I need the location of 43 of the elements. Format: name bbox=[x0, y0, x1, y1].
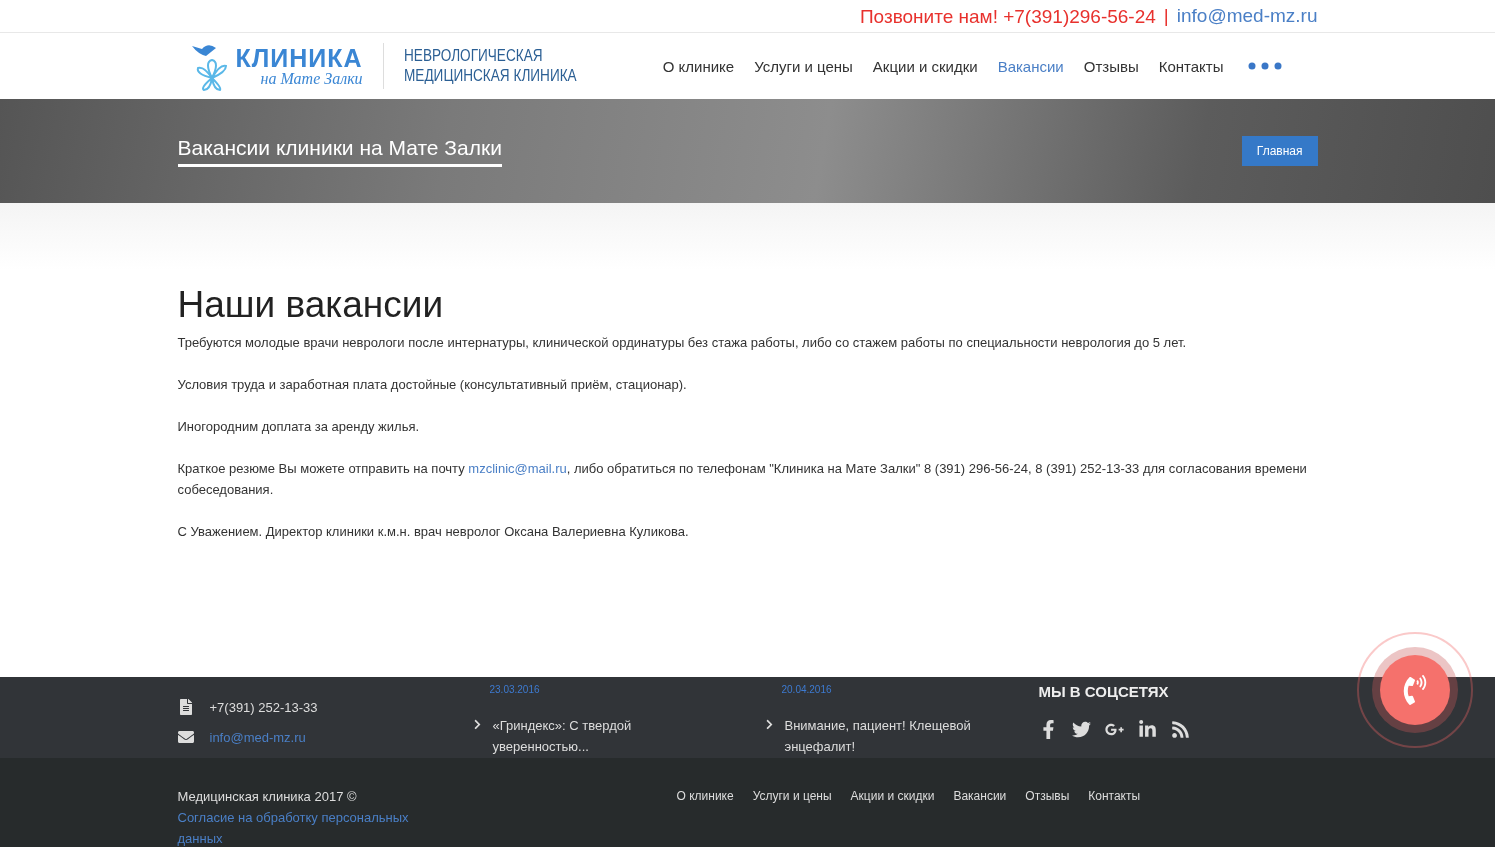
paragraph: Условия труда и заработная плата достойные (консультативный приём, стационар). bbox=[177, 376, 688, 394]
rss-icon[interactable] bbox=[1170, 720, 1190, 739]
twitter-icon[interactable] bbox=[1071, 720, 1091, 739]
footer-link[interactable]: Акции и скидки bbox=[850, 786, 935, 847]
document-icon bbox=[177, 699, 194, 715]
footer-link[interactable]: Отзывы bbox=[1025, 786, 1070, 847]
paragraph: Иногородним доплата за аренду жилья. bbox=[177, 418, 421, 436]
social-heading: МЫ В СОЦСЕТЯХ bbox=[1038, 683, 1170, 700]
news-date: 23.03.2016 bbox=[489, 684, 540, 695]
paragraph: Краткое резюме Вы можете отправить на почту mzclinic@mail.ru, либо обратиться по телефонам "Клиника на Мате Залки" 8 (391) 296-56-24, 8 (391) 252-13-33 для согласования времени собеседования. bbox=[177, 460, 1308, 499]
news-link[interactable]: «Гриндекс»: С твердой уверенностью... bbox=[492, 715, 693, 757]
paragraph: С Уважением. Директор клиники к.м.н. врач невролог Оксана Валериевна Куликова. bbox=[177, 523, 690, 541]
page-title: Вакансии клиники на Мате Залки bbox=[177, 135, 502, 167]
news-link[interactable]: Внимание, пациент! Клещевой энцефалит! bbox=[784, 715, 985, 757]
envelope-icon bbox=[177, 729, 194, 745]
nav-link[interactable]: Акции и скидки bbox=[872, 57, 978, 75]
copyright: Медицинская клиника 2017 © bbox=[177, 788, 358, 806]
logo-title: КЛИНИКА bbox=[235, 45, 363, 71]
home-breadcrumb[interactable]: Главная bbox=[1241, 136, 1318, 166]
logo-tagline: НЕВРОЛОГИЧЕСКАЯ bbox=[403, 46, 544, 66]
logo-subtitle: на Мате Залки bbox=[260, 71, 363, 87]
nav-link[interactable]: Услуги и цены bbox=[754, 57, 853, 75]
call-us-text: Позвоните нам! +7(391)296-56-24 bbox=[859, 5, 1156, 29]
consent-link[interactable]: Согласие на обработку персональных данных bbox=[177, 807, 448, 847]
email-link[interactable]: info@med-mz.ru bbox=[1176, 5, 1318, 27]
nav-link[interactable]: О клинике bbox=[662, 57, 735, 75]
nav-link[interactable]: Контакты bbox=[1158, 57, 1224, 75]
news-date: 20.04.2016 bbox=[781, 684, 832, 695]
phone-number: +7(391) 252-13-33 bbox=[209, 699, 318, 715]
linkedin-icon[interactable] bbox=[1137, 720, 1157, 739]
call-button[interactable] bbox=[1357, 632, 1473, 748]
nav-link[interactable]: Отзывы bbox=[1083, 57, 1139, 75]
section-heading: Наши вакансии bbox=[177, 284, 445, 326]
email-link[interactable]: mzclinic@mail.ru bbox=[468, 461, 567, 476]
footer-link[interactable]: Услуги и цены bbox=[752, 786, 832, 847]
more-dots-icon[interactable] bbox=[1247, 62, 1282, 70]
logo-tagline: МЕДИЦИНСКАЯ КЛИНИКА bbox=[403, 66, 577, 86]
nav-link[interactable]: Вакансии bbox=[997, 57, 1064, 75]
footer-link[interactable]: Контакты bbox=[1088, 786, 1141, 847]
paragraph: Требуются молодые врачи неврологи после интернатуры, клинической ординатуры без стажа работы, либо со стажем работы по специальности неврология до 5 лет. bbox=[177, 334, 1188, 352]
footer-link[interactable]: Вакансии bbox=[953, 786, 1007, 847]
footer-link[interactable]: О клинике bbox=[676, 786, 734, 847]
separator: | bbox=[1163, 5, 1169, 27]
